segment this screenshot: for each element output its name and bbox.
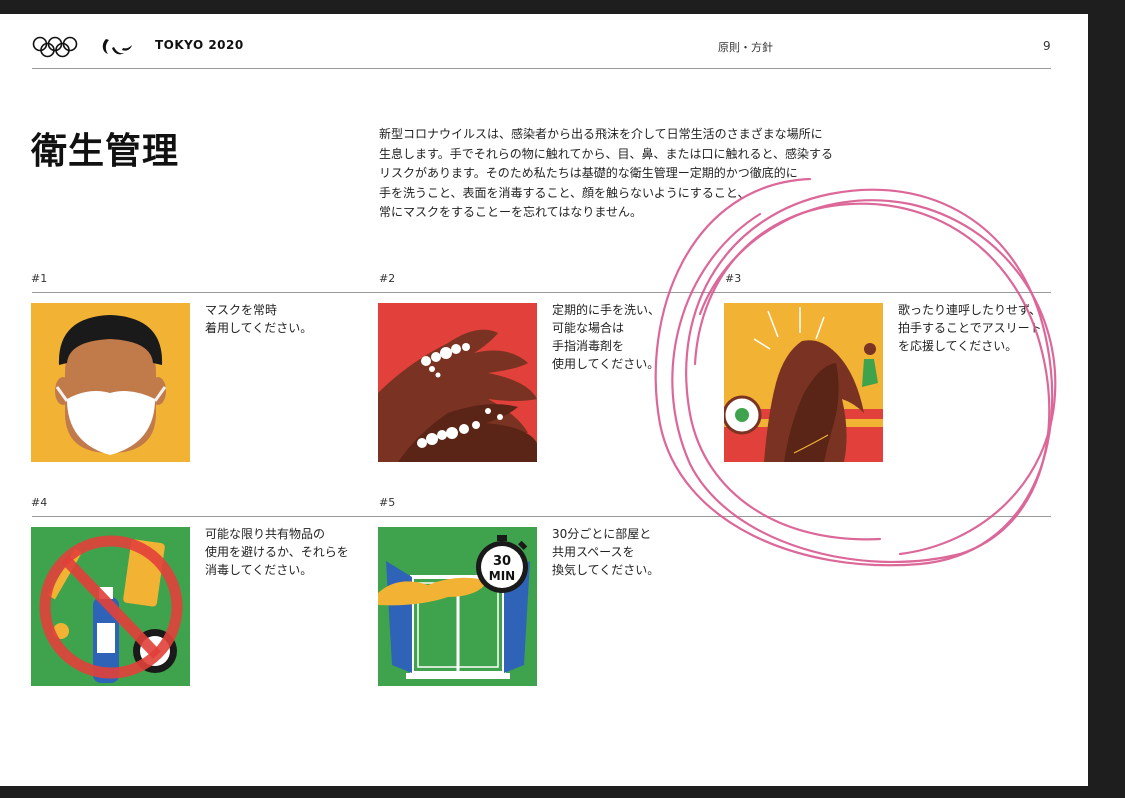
description-line: を応援してください。 [898,339,1018,353]
item-description: 30分ごとに部屋と 共用スペースを 換気してください。 [552,525,702,579]
clapping-illustration [724,303,883,462]
section-title: 原則・方針 [718,41,773,54]
intro-line: 常にマスクをすることーを忘れてはなりません。 [379,205,643,219]
description-line: 手指消毒剤を [552,339,625,353]
description-line: 消毒してください。 [205,563,313,577]
description-line: 着用してください。 [205,321,313,335]
item-description: 可能な限り共有物品の 使用を避けるか、それらを 消毒してください。 [205,525,355,579]
description-line: 使用してください。 [552,357,660,371]
ventilation-illustration: 30 MIN [378,527,537,686]
document-page: TOKYO 2020 原則・方針 9 衛生管理 新型コロナウイルスは、感染者から… [0,14,1088,786]
description-line: マスクを常時 [205,303,278,317]
timer-value: 30 [493,554,511,569]
row-divider [32,516,1051,517]
intro-line: リスクがあります。そのため私たちは基礎的な衛生管理ー定期的かつ徹底的に [379,166,798,180]
description-line: 定期的に手を洗い、 [552,303,661,317]
olympic-rings-icon [32,36,78,58]
item-description: マスクを常時 着用してください。 [205,301,355,337]
header-divider [32,68,1051,69]
no-shared-items-illustration [31,527,190,686]
description-line: 30分ごとに部屋と [552,527,652,541]
description-line: 可能な限り共有物品の [205,527,326,541]
item-number: #4 [31,496,48,509]
description-line: 使用を避けるか、それらを [205,545,349,559]
description-line: 換気してください。 [552,563,660,577]
description-line: 共用スペースを [552,545,635,559]
item-number: #5 [379,496,396,509]
item-number: #1 [31,272,48,285]
item-number: #3 [725,272,742,285]
intro-line: 生息します。手でそれらの物に触れてから、目、鼻、または口に触れると、感染する [379,146,833,161]
handwash-illustration [378,303,537,462]
item-number: #2 [379,272,396,285]
item-description: 歌ったり連呼したりせず、 拍手することでアスリート を応援してください。 [898,301,1048,355]
row-divider [32,292,1051,293]
brand-name: TOKYO 2020 [155,38,244,52]
page-title: 衛生管理 [31,131,180,172]
timer-unit: MIN [489,569,515,583]
intro-line: 手を洗うこと、表面を消毒すること、顔を触らないようにすること、 [379,185,750,200]
paralympic-agitos-icon [102,39,132,55]
page-number: 9 [1043,39,1051,53]
intro-paragraph: 新型コロナウイルスは、感染者から出る飛沫を介して日常生活のさまざまな場所に 生息… [379,125,849,223]
description-line: 可能な場合は [552,321,625,335]
description-line: 拍手することでアスリート [898,321,1042,335]
description-line: 歌ったり連呼したりせず、 [898,303,1042,317]
intro-line: 新型コロナウイルスは、感染者から出る飛沫を介して日常生活のさまざまな場所に [379,127,823,141]
mask-illustration [31,303,190,462]
item-description: 定期的に手を洗い、 可能な場合は 手指消毒剤を 使用してください。 [552,301,702,373]
